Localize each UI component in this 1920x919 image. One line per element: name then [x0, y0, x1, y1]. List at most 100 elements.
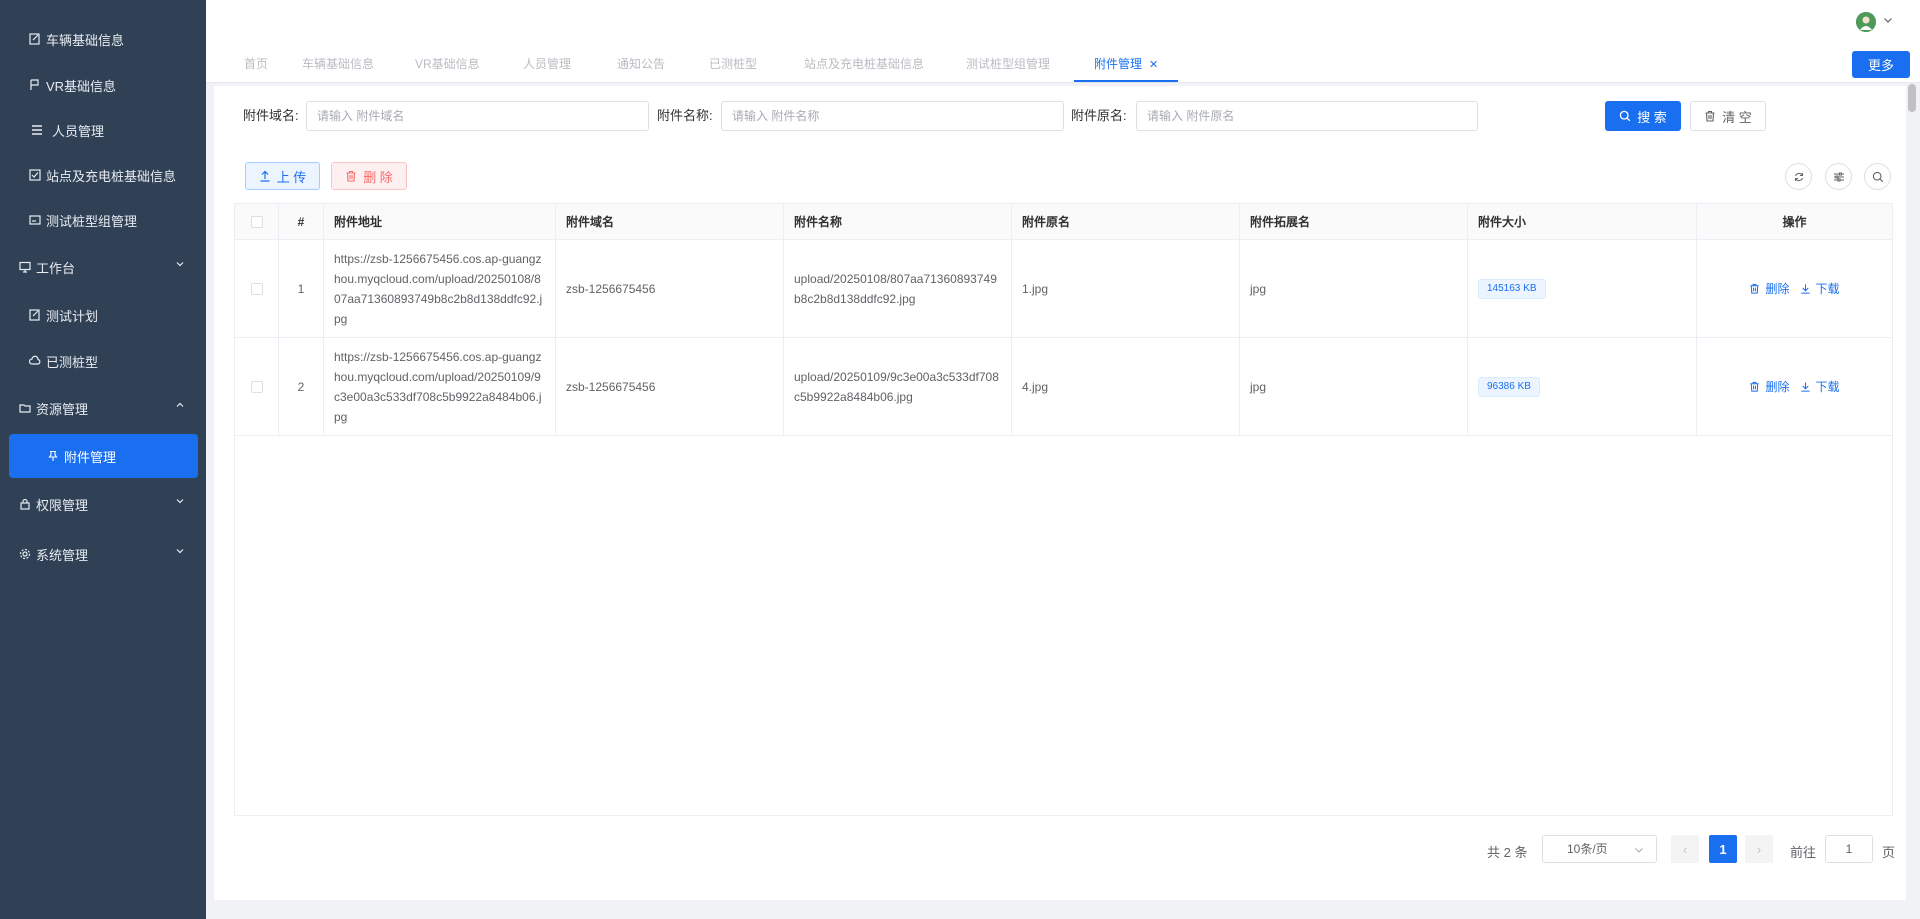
sidebar-item-test-pile-group[interactable]: 测试桩型组管理 — [0, 200, 206, 240]
sidebar-item-permission-mgmt[interactable]: 权限管理 — [0, 484, 206, 524]
tab-home[interactable]: 首页 — [224, 46, 288, 82]
row-size-cell: 96386 KB — [1468, 338, 1697, 435]
table-row: 1 https://zsb-1256675456.cos.ap-guangzho… — [235, 240, 1892, 338]
tab-notices[interactable]: 通知公告 — [597, 46, 685, 82]
domain-input[interactable]: 请输入 附件域名 — [306, 101, 649, 131]
tab-personnel[interactable]: 人员管理 — [503, 46, 591, 82]
chevron-down-icon[interactable] — [1883, 15, 1893, 25]
sidebar-item-label: 工作台 — [36, 260, 76, 276]
tab-label: VR基础信息 — [415, 57, 480, 71]
col-header-ext: 附件拓展名 — [1240, 204, 1468, 239]
name-label: 附件名称: — [657, 108, 713, 123]
checkbox-icon — [28, 168, 42, 182]
more-button[interactable]: 更多 — [1852, 51, 1910, 78]
tab-label: 首页 — [244, 57, 269, 71]
row-original: 4.jpg — [1012, 338, 1240, 435]
cloud-icon — [28, 354, 42, 368]
col-header-actions: 操作 — [1782, 214, 1807, 229]
sidebar-item-attachment-mgmt[interactable]: 附件管理 — [9, 434, 198, 478]
user-avatar[interactable] — [1856, 12, 1876, 32]
delete-button[interactable]: 删 除 — [331, 162, 407, 190]
upload-button[interactable]: 上 传 — [245, 162, 320, 190]
sidebar-item-label: 系统管理 — [36, 547, 89, 563]
tab-tested-pile-type[interactable]: 已测桩型 — [689, 46, 777, 82]
size-tag: 145163 KB — [1478, 278, 1546, 299]
clear-button[interactable]: 清 空 — [1690, 101, 1766, 131]
top-header — [206, 0, 1920, 46]
col-header-name: 附件名称 — [784, 204, 1012, 239]
tab-test-pile-group[interactable]: 测试桩型组管理 — [946, 46, 1070, 82]
page-number-current[interactable]: 1 — [1709, 835, 1737, 863]
col-header-url: 附件地址 — [324, 204, 556, 239]
row-checkbox[interactable] — [250, 380, 263, 393]
tab-label: 附件管理 — [1094, 57, 1143, 71]
size-tag: 96386 KB — [1478, 376, 1540, 397]
sidebar-item-label: VR基础信息 — [46, 78, 117, 94]
page-size-select[interactable]: 10条/页 — [1542, 835, 1657, 863]
chevron-down-icon — [1635, 848, 1643, 853]
sidebar-item-personnel[interactable]: 人员管理 — [0, 110, 206, 150]
sidebar-item-station-info[interactable]: 站点及充电桩基础信息 — [0, 155, 206, 195]
row-actions: 删除 下载 — [1697, 240, 1892, 337]
row-checkbox[interactable] — [250, 282, 263, 295]
col-header-original: 附件原名 — [1012, 204, 1240, 239]
chevron-up-icon — [176, 402, 184, 407]
sidebar-item-vr-info[interactable]: VR基础信息 — [0, 65, 206, 105]
upload-icon — [260, 170, 270, 182]
goto-page-input[interactable]: 1 — [1825, 835, 1873, 863]
lock-icon — [18, 497, 32, 511]
sidebar-item-label: 权限管理 — [36, 497, 89, 513]
row-domain: zsb-1256675456 — [556, 338, 784, 435]
row-select-cell — [235, 240, 279, 337]
sidebar-item-label: 附件管理 — [64, 449, 117, 465]
row-delete-link[interactable]: 删除 — [1749, 279, 1790, 299]
select-all-checkbox[interactable] — [250, 215, 263, 228]
sidebar-item-vehicle-info[interactable]: 车辆基础信息 — [0, 19, 206, 59]
original-name-input[interactable]: 请输入 附件原名 — [1136, 101, 1478, 131]
monitor-card-icon — [28, 213, 42, 227]
row-domain: zsb-1256675456 — [556, 240, 784, 337]
search-icon — [1872, 171, 1883, 182]
row-download-link[interactable]: 下载 — [1800, 377, 1840, 397]
row-ext: jpg — [1240, 240, 1468, 337]
sidebar-item-label: 车辆基础信息 — [46, 32, 125, 48]
next-page-button[interactable]: › — [1745, 835, 1773, 863]
folder-icon — [18, 401, 32, 415]
close-icon[interactable]: ✕ — [1149, 59, 1158, 71]
sidebar-item-tested-pile-type[interactable]: 已测桩型 — [0, 341, 206, 381]
tab-vr-info[interactable]: VR基础信息 — [395, 46, 500, 82]
scrollbar-thumb[interactable] — [1908, 84, 1916, 112]
select-all-cell — [235, 204, 279, 239]
search-button-label: 搜 索 — [1637, 109, 1667, 125]
tab-label: 通知公告 — [617, 57, 666, 71]
tab-label: 人员管理 — [523, 57, 572, 71]
row-delete-link[interactable]: 删除 — [1749, 377, 1790, 397]
sidebar-item-resource-mgmt[interactable]: 资源管理 — [0, 388, 206, 428]
table-header: # 附件地址 附件域名 附件名称 附件原名 附件拓展名 附件大小 操作 — [235, 204, 1892, 240]
sidebar-item-test-plan[interactable]: 测试计划 — [0, 295, 206, 335]
row-download-link[interactable]: 下载 — [1800, 279, 1840, 299]
sidebar-item-label: 测试计划 — [46, 308, 99, 324]
delete-button-label: 删 除 — [363, 169, 393, 185]
tab-attachment-mgmt[interactable]: 附件管理 ✕ — [1074, 46, 1179, 82]
refresh-button[interactable] — [1785, 163, 1812, 190]
row-name: upload/20250108/807aa71360893749b8c2b8d1… — [784, 240, 1012, 337]
pagination-total: 共 2 条 — [1487, 845, 1528, 860]
tab-vehicle-info[interactable]: 车辆基础信息 — [282, 46, 394, 82]
column-settings-button[interactable] — [1825, 163, 1852, 190]
toggle-search-button[interactable] — [1864, 163, 1891, 190]
sidebar-item-system-mgmt[interactable]: 系统管理 — [0, 534, 206, 574]
sidebar: 车辆基础信息 VR基础信息 人员管理 站点及充电桩基础信息 测试桩型组管理 工作… — [0, 0, 206, 919]
original-name-label: 附件原名: — [1071, 108, 1127, 123]
tab-label: 已测桩型 — [709, 57, 758, 71]
tab-station-info[interactable]: 站点及充电桩基础信息 — [784, 46, 944, 82]
row-index: 1 — [279, 240, 324, 337]
chevron-down-icon — [176, 499, 184, 504]
search-button[interactable]: 搜 索 — [1605, 101, 1681, 131]
row-download-label: 下载 — [1815, 281, 1840, 296]
prev-page-button[interactable]: ‹ — [1671, 835, 1699, 863]
page-suffix: 页 — [1882, 845, 1896, 860]
list-icon — [30, 123, 44, 137]
sidebar-item-workbench[interactable]: 工作台 — [0, 247, 206, 287]
name-input[interactable]: 请输入 附件名称 — [721, 101, 1064, 131]
